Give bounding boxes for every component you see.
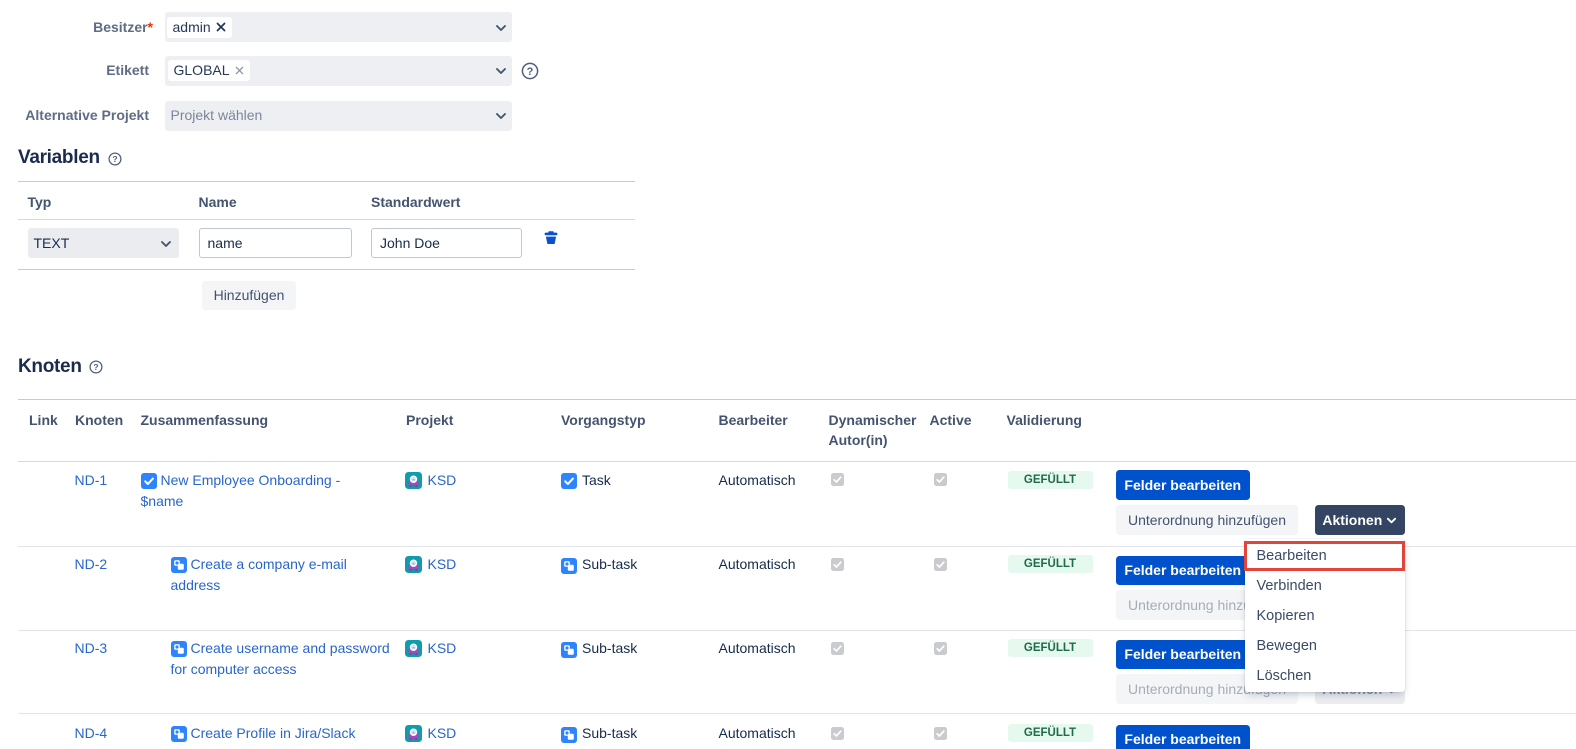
svg-text:?: ? (93, 362, 98, 372)
svg-text:?: ? (527, 66, 534, 78)
svg-text:?: ? (112, 154, 117, 164)
